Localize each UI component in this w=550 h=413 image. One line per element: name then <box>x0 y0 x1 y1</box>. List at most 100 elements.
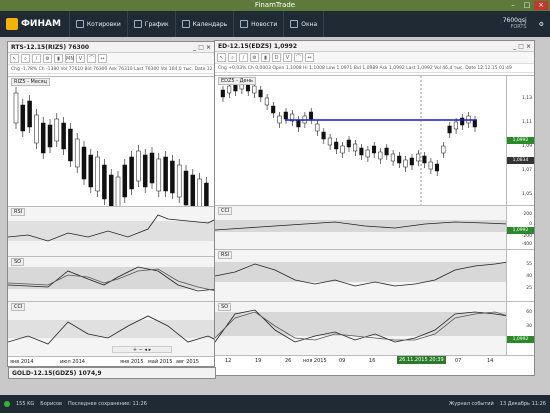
draw-tool-icon[interactable]: / <box>32 54 41 63</box>
settings-icon[interactable]: ⚙ <box>533 11 550 37</box>
minimize-icon[interactable]: – <box>506 1 520 10</box>
cci-tick: -200 <box>521 234 532 239</box>
zoom-tool-icon[interactable]: ⌕ <box>21 54 30 63</box>
cursor-price-tag: 1,0834 <box>507 157 534 164</box>
toolbar-label: Календарь <box>192 20 228 28</box>
candle-body <box>68 128 73 162</box>
account-market: FORTS <box>510 24 527 30</box>
date-label: авг 2015 <box>176 359 199 365</box>
so-pane[interactable]: SO <box>8 256 214 301</box>
candle-body <box>434 163 440 172</box>
finam-logo-icon <box>6 18 18 30</box>
window-title: ED-12.15(EDZ5) 1,0992 _ □ × <box>215 41 534 52</box>
candle-body <box>176 164 182 198</box>
timeframe-button[interactable]: MN <box>65 54 74 63</box>
candle-body <box>409 157 414 166</box>
candle-body <box>321 131 326 140</box>
indicators-icon[interactable]: ⌒ <box>87 54 96 63</box>
rsi-pane[interactable]: RSI 55 40 25 <box>215 249 534 301</box>
toolbar-quotes-button[interactable]: Котировки <box>70 11 128 37</box>
candle-body <box>227 85 232 94</box>
toolbar-windows-button[interactable]: Окна <box>284 11 325 37</box>
price-axis: 1,13 1,11 1,09 1,07 1,05 1,0992 1,0834 <box>506 76 534 205</box>
price-tick: 1,13 <box>521 96 532 101</box>
cci-pane[interactable]: CCI + − ◂ ▸ <box>8 301 214 356</box>
event-journal-link[interactable]: Журнал событий <box>449 401 494 407</box>
toolbar-calendar-button[interactable]: Календарь <box>176 11 235 37</box>
candle-body <box>296 119 301 128</box>
date-label: 26 <box>285 358 292 364</box>
window-title-text: RTS-12.15(RIZ5) 76300 <box>11 44 90 51</box>
candle-body <box>460 117 465 126</box>
candle-body <box>54 118 60 142</box>
quote-line: Chg +0,03% Ch 0,0003 Open 1,1008 Hi 1,10… <box>215 64 534 73</box>
cursor-time-tag: 26.11.2015 20:39 <box>397 356 446 364</box>
price-tick: 1,09 <box>521 144 532 149</box>
indicators-icon[interactable]: ⌒ <box>294 53 303 62</box>
status-date: 13 Декабрь 11:26 <box>499 401 546 407</box>
candle-body <box>252 85 257 94</box>
candle-body <box>283 111 288 120</box>
timeframe-button[interactable]: D <box>272 53 281 62</box>
candle-body <box>156 158 162 192</box>
pointer-tool-icon[interactable]: ↖ <box>10 54 19 63</box>
toolbar-label: Окна <box>301 20 318 28</box>
toolbar-chart-button[interactable]: График <box>128 11 176 37</box>
bar-type-icon[interactable]: ▮ <box>261 53 270 62</box>
candle-body <box>264 97 269 106</box>
candle-body <box>346 139 351 148</box>
candle-body <box>115 176 121 207</box>
volume-button[interactable]: V <box>76 54 85 63</box>
candle-body <box>353 143 358 152</box>
date-label: ноя 2015 <box>303 358 327 364</box>
chart-window-eurusd[interactable]: ED-12.15(EDZ5) 1,0992 _ □ × ↖ ⌕ / ⚙ ▮ D V… <box>214 40 535 376</box>
chart-window-rts[interactable]: RTS-12.15(RIZ5) 76300 _ □ × ↖ ⌕ / ⚙ ▮ MN … <box>7 41 215 367</box>
instrument-label[interactable]: RIZ5 - Месяц <box>11 78 51 86</box>
window-controls[interactable]: _ □ × <box>513 41 531 52</box>
volume-button[interactable]: V <box>283 53 292 62</box>
draw-tool-icon[interactable]: / <box>239 53 248 62</box>
link-icon[interactable]: ↔ <box>305 53 314 62</box>
cci-label: CCI <box>11 303 26 311</box>
candle-body <box>308 111 314 120</box>
toolbar-news-button[interactable]: Новости <box>234 11 285 37</box>
account-selector[interactable]: 7600qsj FORTS <box>497 17 533 31</box>
cci-pane[interactable]: CCI 200 0 1,0992 -200 -400 <box>215 205 534 249</box>
candle-body <box>34 114 39 144</box>
candle-body <box>271 105 276 114</box>
window-controls[interactable]: _ □ × <box>193 42 211 53</box>
candle-body <box>27 100 32 128</box>
zoom-tool-icon[interactable]: ⌕ <box>228 53 237 62</box>
cci-axis: 200 0 1,0992 -200 -400 <box>506 206 534 249</box>
last-saved-label: Последнее сохранение: 11:26 <box>67 401 147 407</box>
pointer-tool-icon[interactable]: ↖ <box>217 53 226 62</box>
so-lines <box>8 266 214 292</box>
candle-body <box>422 155 427 164</box>
app-title: FinamTrade <box>254 1 296 9</box>
candle-body <box>359 147 364 156</box>
rsi-label: RSI <box>218 251 233 259</box>
close-icon[interactable]: × <box>534 1 548 10</box>
candle-body <box>245 83 251 92</box>
rsi-pane[interactable]: RSI <box>8 206 214 256</box>
bar-type-icon[interactable]: ▮ <box>54 54 63 63</box>
chart-window-gold[interactable]: GOLD-12.15(GDZ5) 1074,9 <box>8 367 216 379</box>
settings-tool-icon[interactable]: ⚙ <box>43 54 52 63</box>
settings-tool-icon[interactable]: ⚙ <box>250 53 259 62</box>
candle-body <box>163 156 168 192</box>
rsi-tick: 55 <box>526 262 532 267</box>
price-tick: 1,05 <box>521 192 532 197</box>
price-pane[interactable]: EDZ5 - День 1,13 1,11 1,09 1,07 1,05 1,0… <box>215 75 534 206</box>
instrument-label[interactable]: EDZ5 - День <box>218 77 256 85</box>
so-pane[interactable]: SO 60 30 1,0992 <box>215 301 534 355</box>
maximize-icon[interactable]: □ <box>520 1 534 10</box>
candle-body <box>441 145 446 154</box>
rsi-axis: 55 40 25 <box>506 250 534 301</box>
candle-body <box>371 145 377 154</box>
chart-toolbar: ↖ ⌕ / ⚙ ▮ MN V ⌒ ↔ <box>8 53 214 65</box>
link-icon[interactable]: ↔ <box>98 54 107 63</box>
cci-line <box>215 220 508 232</box>
price-pane[interactable]: RIZ5 - Месяц <box>8 76 214 207</box>
candle-body <box>334 141 339 150</box>
pane-scroll-control[interactable]: + − ◂ ▸ <box>112 346 172 353</box>
